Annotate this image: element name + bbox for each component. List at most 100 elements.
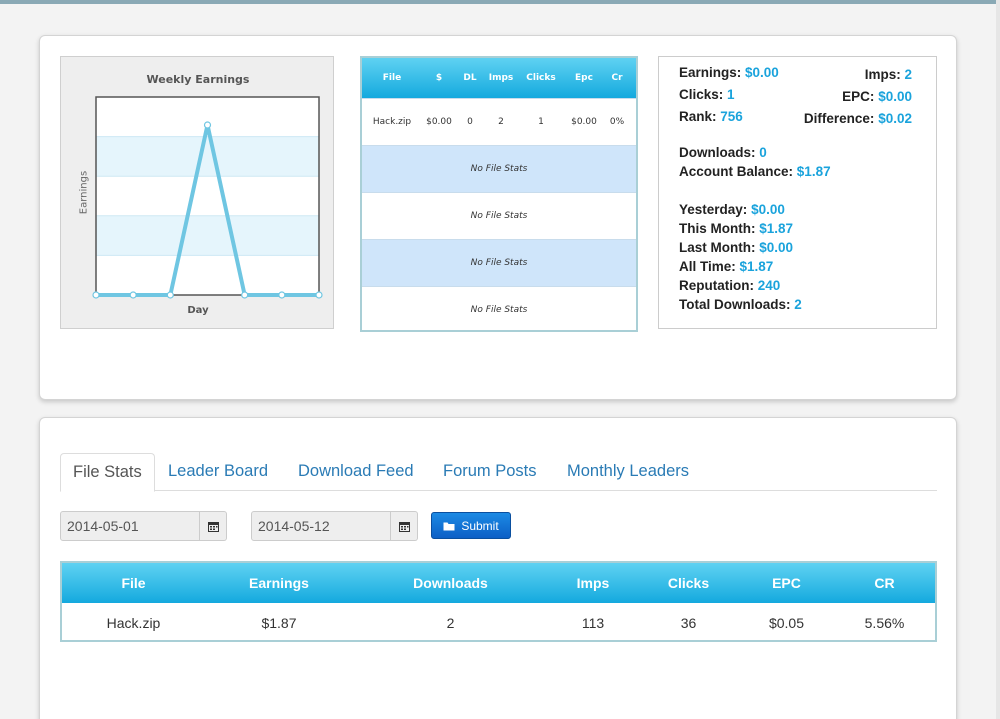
col-earnings[interactable]: Earnings <box>205 575 353 591</box>
tab-download-feed[interactable]: Download Feed <box>286 453 426 491</box>
calendar-icon <box>398 521 410 532</box>
stat-total-downloads: Total Downloads: 2 <box>679 297 802 312</box>
stat-imps: Imps: 2 <box>865 67 912 82</box>
empty-row: No File Stats <box>362 192 636 239</box>
cell-downloads: 2 <box>446 614 455 631</box>
cell-cr: 5.56% <box>864 614 905 631</box>
mini-col-dl[interactable]: DL <box>456 73 484 83</box>
mini-cell-clicks: 1 <box>538 117 544 127</box>
cell-epc: $0.05 <box>768 614 805 631</box>
stats-tabs: File Stats Leader Board Download Feed Fo… <box>60 453 937 492</box>
mini-cell-cr: 0% <box>609 117 625 127</box>
empty-row: No File Stats <box>362 145 636 192</box>
stat-earnings: Earnings: $0.00 <box>679 65 779 80</box>
col-cr[interactable]: CR <box>834 575 935 591</box>
file-stats-panel: File Stats Leader Board Download Feed Fo… <box>39 417 957 719</box>
empty-row: No File Stats <box>362 286 636 333</box>
page-edge <box>996 0 1000 719</box>
chart-x-axis-label: Day <box>187 305 209 316</box>
stat-label: Reputation: <box>679 278 754 293</box>
stat-label: Downloads: <box>679 145 756 160</box>
data-point <box>278 291 286 299</box>
stat-label: Clicks: <box>679 87 724 102</box>
stat-clicks: Clicks: 1 <box>679 87 735 102</box>
tab-leader-board[interactable]: Leader Board <box>156 453 280 491</box>
stat-value: 0 <box>759 145 767 160</box>
tab-forum-posts[interactable]: Forum Posts <box>431 453 549 491</box>
stat-label: Rank: <box>679 109 717 124</box>
end-date-picker-button[interactable] <box>391 511 418 541</box>
mini-cell-imps: 2 <box>498 117 504 127</box>
stat-last-month: Last Month: $0.00 <box>679 240 793 255</box>
stat-value: 756 <box>720 109 743 124</box>
stat-label: Total Downloads: <box>679 297 791 312</box>
mini-col-file[interactable]: File <box>362 73 422 83</box>
stat-value: $1.87 <box>759 221 794 236</box>
stat-label: Account Balance: <box>679 164 794 179</box>
stat-value: $0.02 <box>878 111 912 126</box>
data-point <box>129 291 137 299</box>
stat-value: 2 <box>904 67 912 82</box>
stat-value: 2 <box>794 297 802 312</box>
mini-cell-file: Hack.zip <box>372 117 412 127</box>
tab-file-stats[interactable]: File Stats <box>60 453 155 492</box>
stat-label: EPC: <box>842 89 875 104</box>
mini-col-clicks[interactable]: Clicks <box>518 73 564 83</box>
stat-yesterday: Yesterday: $0.00 <box>679 202 785 217</box>
mini-cell-epc: $0.00 <box>571 117 597 127</box>
submit-button[interactable]: Submit <box>431 512 511 539</box>
stat-account-balance: Account Balance: $1.87 <box>679 164 831 179</box>
tab-monthly-leaders[interactable]: Monthly Leaders <box>555 453 701 491</box>
stat-label: Imps: <box>864 67 901 82</box>
mini-col-cr[interactable]: Cr <box>604 73 630 83</box>
data-point <box>92 291 100 299</box>
folder-icon <box>443 522 455 530</box>
stat-reputation: Reputation: 240 <box>679 278 780 293</box>
stat-label: This Month: <box>679 221 756 236</box>
start-date-picker-button[interactable] <box>200 511 227 541</box>
file-table-header: File Earnings Downloads Imps Clicks EPC … <box>62 563 935 603</box>
col-epc[interactable]: EPC <box>739 575 834 591</box>
stat-value: $1.87 <box>739 259 774 274</box>
grid-band <box>96 136 319 177</box>
col-clicks[interactable]: Clicks <box>638 575 739 591</box>
table-row: Hack.zip $1.87 2 113 36 $0.05 5.56% <box>62 603 935 642</box>
stat-label: All Time: <box>679 259 736 274</box>
cell-imps: 113 <box>581 614 605 631</box>
mini-col-epc[interactable]: Epc <box>564 73 604 83</box>
calendar-icon <box>207 521 219 532</box>
stat-value: $0.00 <box>745 65 779 80</box>
mini-col-dollar[interactable]: $ <box>422 73 456 83</box>
empty-row: No File Stats <box>362 239 636 286</box>
mini-cell-dl: 0 <box>467 117 473 127</box>
stat-value: 240 <box>757 278 781 293</box>
weekly-earnings-chart: Weekly Earnings Earnings Day <box>60 56 334 329</box>
stat-value: $0.00 <box>759 240 794 255</box>
stat-value: 1 <box>727 87 735 102</box>
data-point <box>203 121 212 129</box>
end-date-input[interactable]: 2014-05-12 <box>251 511 391 541</box>
stat-this-month: This Month: $1.87 <box>679 221 793 236</box>
cell-earnings: $1.87 <box>261 614 297 631</box>
stat-value: $0.00 <box>878 89 912 104</box>
top-bar <box>0 0 1000 4</box>
submit-label: Submit <box>461 518 499 533</box>
chart-y-axis-label: Earnings <box>78 170 90 215</box>
data-point <box>166 291 174 299</box>
account-stats-box: Earnings: $0.00 Imps: 2 Clicks: 1 EPC: $… <box>658 56 937 329</box>
stat-value: $1.87 <box>796 164 831 179</box>
grid-band <box>96 215 319 256</box>
chart-title: Weekly Earnings <box>146 73 250 86</box>
stat-value: $0.00 <box>751 202 785 217</box>
stat-label: Difference: <box>803 111 875 126</box>
stat-label: Last Month: <box>679 240 756 255</box>
stat-all-time: All Time: $1.87 <box>679 259 773 274</box>
mini-col-imps[interactable]: Imps <box>484 73 518 83</box>
col-imps[interactable]: Imps <box>548 575 638 591</box>
stat-epc: EPC: $0.00 <box>842 89 912 104</box>
col-file[interactable]: File <box>62 575 205 591</box>
mini-table-header: File $ DL Imps Clicks Epc Cr <box>362 58 636 98</box>
overview-panel: Weekly Earnings Earnings Day File $ DL I… <box>39 35 957 400</box>
start-date-input[interactable]: 2014-05-01 <box>60 511 200 541</box>
col-downloads[interactable]: Downloads <box>353 575 548 591</box>
